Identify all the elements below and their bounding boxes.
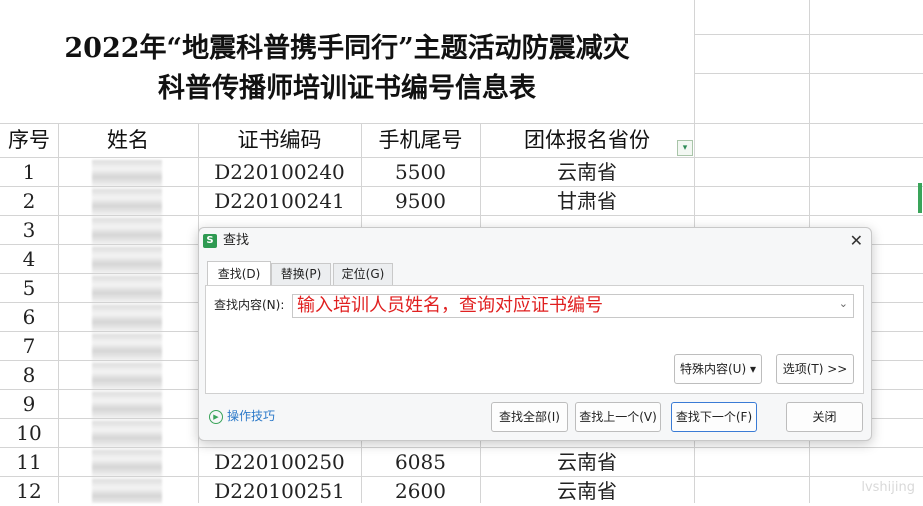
find-dialog: S 查找 ✕ 查找(D) 替换(P) 定位(G) 查找内容(N): 输入培训人员…	[198, 227, 872, 441]
row-number: 8	[22, 363, 36, 387]
cert-code-cell[interactable]: D220100250	[198, 448, 361, 477]
selection-edge	[918, 183, 922, 213]
find-input-value[interactable]: 输入培训人员姓名，查询对应证书编号	[297, 295, 603, 317]
special-content-button[interactable]: 特殊内容(U) ▾	[674, 354, 762, 384]
cert-code-cell[interactable]: D220100241	[198, 187, 361, 216]
row-number: 9	[22, 392, 36, 416]
dropdown-filter-icon[interactable]: ▾	[677, 140, 693, 156]
row-number: 5	[22, 276, 36, 300]
row-number: 1	[22, 160, 36, 184]
tab-goto[interactable]: 定位(G)	[333, 263, 393, 285]
close-icon[interactable]: ✕	[850, 230, 863, 252]
dialog-title: 查找	[223, 233, 250, 248]
phone-tail-cell[interactable]: 5500	[361, 158, 480, 187]
row-number: 7	[22, 334, 36, 358]
row-number: 2	[22, 189, 36, 213]
row-number: 4	[22, 247, 36, 271]
chevron-down-icon[interactable]: ⌄	[839, 297, 848, 310]
find-all-button[interactable]: 查找全部(I)	[491, 402, 568, 432]
phone-tail-cell[interactable]: 6085	[361, 448, 480, 477]
column-header-name[interactable]: 姓名	[58, 124, 198, 157]
blurred-names	[92, 160, 162, 503]
find-next-button[interactable]: 查找下一个(F)	[671, 402, 757, 432]
province-cell[interactable]: 云南省	[480, 477, 694, 506]
close-button[interactable]: 关闭	[786, 402, 863, 432]
tab-replace[interactable]: 替换(P)	[271, 263, 331, 285]
cert-code-cell[interactable]: D220100240	[198, 158, 361, 187]
grid-line	[694, 73, 923, 74]
find-prev-button[interactable]: 查找上一个(V)	[575, 402, 661, 432]
row-number: 3	[22, 218, 36, 242]
row-number: 11	[16, 450, 42, 474]
sheet-title-line2: 科普传播师培训证书编号信息表	[158, 73, 536, 104]
find-label: 查找内容(N):	[214, 298, 285, 312]
row-number: 6	[22, 305, 36, 329]
play-icon: ▶	[209, 409, 223, 424]
options-button[interactable]: 选项(T) >>	[776, 354, 854, 384]
column-header-phone[interactable]: 手机尾号	[361, 124, 480, 157]
column-header-cert[interactable]: 证书编码	[198, 124, 361, 157]
province-cell[interactable]: 云南省	[480, 158, 694, 187]
tab-find[interactable]: 查找(D)	[207, 261, 271, 286]
grid-line	[694, 0, 695, 124]
column-header-no[interactable]: 序号	[0, 124, 58, 157]
grid-line	[694, 34, 923, 35]
row-number: 12	[16, 479, 42, 503]
find-input[interactable]: 输入培训人员姓名，查询对应证书编号 ⌄	[292, 294, 854, 318]
province-cell[interactable]: 云南省	[480, 448, 694, 477]
find-panel: 查找内容(N): 输入培训人员姓名，查询对应证书编号 ⌄ 特殊内容(U) ▾ 选…	[205, 285, 864, 394]
province-cell[interactable]: 甘肃省	[480, 187, 694, 216]
tips-link[interactable]: ▶ 操作技巧	[209, 408, 275, 424]
cert-code-cell[interactable]: D220100251	[198, 477, 361, 506]
phone-tail-cell[interactable]: 9500	[361, 187, 480, 216]
sheet-title-line1: 2022年“地震科普携手同行”主题活动防震减灾	[64, 33, 630, 64]
grid-line	[809, 0, 810, 124]
watermark: lvshijing	[861, 480, 915, 495]
tips-label[interactable]: 操作技巧	[227, 409, 275, 423]
column-header-province[interactable]: 团体报名省份	[480, 124, 694, 157]
phone-tail-cell[interactable]: 2600	[361, 477, 480, 506]
row-number: 10	[16, 421, 42, 445]
app-logo-icon: S	[203, 234, 217, 248]
